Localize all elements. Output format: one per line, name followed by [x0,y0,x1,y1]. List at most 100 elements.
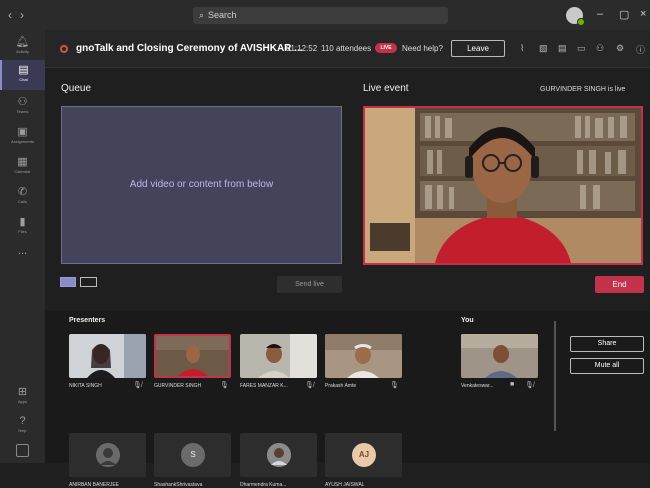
layout-single-icon[interactable] [60,277,76,287]
rail-label: Calls [18,199,27,204]
title-bar: ‹› ⌕ Search – ▢ × [0,0,650,30]
more-icon: ... [17,245,28,257]
presenter-name: FARES MANZAR K... [240,383,288,389]
mic-off-icon[interactable]: 🎙︎̸ [525,381,534,389]
presenter-name: GURVINDER SINGH [154,383,202,389]
self-video [461,334,538,378]
close-button[interactable]: × [640,8,646,20]
profile-avatar[interactable] [566,7,585,26]
presenter-name: Dharmendra Kuma... [240,482,287,488]
presenter-video [240,334,317,378]
presenter-tile-nikita[interactable] [69,334,146,378]
presenters-panel: Presenters You NIKITA SINGH 🎙︎̸ GURVINDE… [45,311,650,488]
rail-label: Help [18,428,27,433]
avatar-photo [96,443,120,467]
rail-label: Activity [16,49,29,54]
forward-button[interactable]: › [20,8,32,22]
elapsed-time: 01:12:52 [286,44,318,53]
live-badge: LIVE [375,43,397,53]
layout-split-icon[interactable] [80,277,97,287]
presenter-tile-dharmendra[interactable] [240,433,317,477]
mic-off-icon[interactable]: 🎙︎̸ [305,381,314,389]
live-status: GURVINDER SINGH is live [540,86,626,93]
search-placeholder: Search [208,10,237,20]
attendee-count: 110 attendees [321,44,372,53]
apps-icon: ⊞ [17,386,28,398]
presenter-name: ANIRBAN BANERJEE [69,482,120,488]
rail-item-teams[interactable]: ⚇ Teams [0,92,45,122]
assignments-icon: ▣ [17,126,28,138]
search-icon: ⌕ [199,10,205,20]
presenter-tile-ayush[interactable]: AJ [325,433,402,477]
presenter-tile-gurvinder[interactable] [154,334,231,378]
rail-item-activity[interactable]: 🔔︎ Activity [0,32,45,62]
mic-off-icon[interactable]: 🎙︎̸ [133,381,142,389]
mute-all-button[interactable]: Mute all [570,358,644,374]
presenter-tile-prakash[interactable] [325,334,402,378]
presenter-name: Prakash Amte [325,383,357,389]
mic-on-icon[interactable]: 🎙︎ [390,381,399,389]
presenter-tile-fares[interactable] [240,334,317,378]
event-header: gnoTalk and Closing Ceremony of AVISHKAR… [45,30,650,68]
avatar-initials: AJ [352,443,376,467]
people-icon[interactable]: ⚇ [596,43,604,54]
chat-icon[interactable]: ▭ [577,43,586,54]
bell-icon: 🔔︎ [15,36,30,48]
avatar [267,443,291,467]
send-live-button[interactable]: Send live [277,276,342,293]
leave-button[interactable]: Leave [451,40,505,57]
presenter-video [156,336,229,376]
share-button[interactable]: Share [570,336,644,352]
panel-divider [554,321,556,431]
presenter-name: ShashankShrivastava [154,482,203,488]
chat-icon: ▤ [18,64,29,76]
gear-icon[interactable]: ⚙ [616,43,624,54]
rail-label: Apps [17,399,28,404]
calendar-icon: ▦ [17,156,28,168]
app-rail: 🔔︎ Activity ▤ Chat ⚇ Teams ▣ Assignments ▦ Ca… [0,30,45,463]
end-button[interactable]: End [595,276,644,293]
rail-item-chat[interactable]: ▤ Chat [0,60,45,90]
live-event-label: Live event [363,83,409,94]
back-button[interactable]: ‹ [8,8,20,22]
rail-item-calls[interactable]: ✆ Calls [0,182,45,212]
rail-item-more[interactable]: ... [0,242,45,272]
presenter-tile-anirban[interactable] [69,433,146,477]
rail-item-help[interactable]: ? Help [0,412,45,442]
maximize-button[interactable]: ▢ [619,8,629,21]
event-title: gnoTalk and Closing Ceremony of AVISHKAR… [76,43,303,54]
teams-icon: ⚇ [17,96,28,108]
rail-label: Chat [19,77,28,82]
record-icon [60,45,68,53]
main-area: gnoTalk and Closing Ceremony of AVISHKAR… [45,30,650,488]
device-icon[interactable] [16,444,29,457]
live-video-frame [365,108,641,263]
doc-icon[interactable]: ▤ [558,43,567,54]
queue-placeholder: Add video or content from below [129,179,274,190]
info-icon[interactable]: ⓘ [636,43,645,56]
avatar-photo [267,443,291,467]
rail-item-apps[interactable]: ⊞ Apps [0,382,45,412]
rail-item-calendar[interactable]: ▦ Calendar [0,152,45,182]
camera-icon[interactable]: ■ [510,381,514,388]
queue-panel[interactable]: Add video or content from below [61,106,342,264]
search-input[interactable]: ⌕ Search [193,7,448,24]
avatar-initials: S [181,443,205,467]
files-icon: ▮ [19,216,26,228]
nav-arrows: ‹› [8,8,32,22]
help-icon: ? [19,415,26,427]
minimize-button[interactable]: – [597,8,603,20]
mic-on-icon[interactable]: 🎙︎ [220,381,229,389]
rail-item-assignments[interactable]: ▣ Assignments [0,122,45,152]
presenter-video [325,334,402,378]
presenter-tile-shashank[interactable]: S [154,433,231,477]
you-tile[interactable] [461,334,538,378]
health-icon[interactable]: ⌇ [520,43,524,54]
notes-icon[interactable]: ▧ [539,43,548,54]
rail-label: Calendar [14,169,31,174]
you-label: You [461,317,474,324]
help-link[interactable]: Need help? [402,44,443,53]
rail-label: Teams [16,109,29,114]
rail-item-files[interactable]: ▮ Files [0,212,45,242]
presenter-name: NIKITA SINGH [69,383,102,389]
